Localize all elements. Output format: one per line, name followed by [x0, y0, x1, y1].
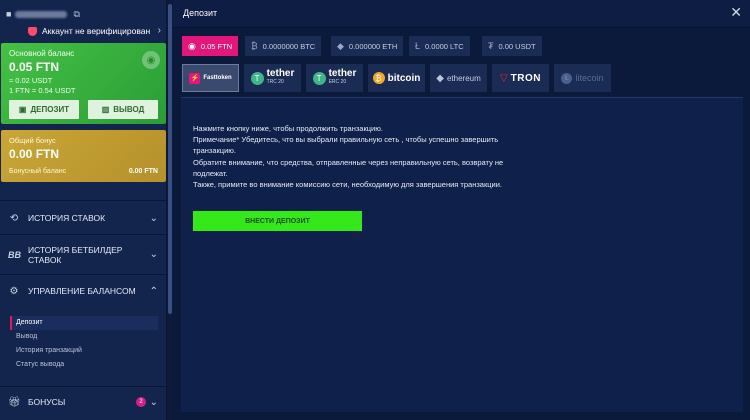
- main-balance-card: Основной баланс 0.05 FTN ≈ 0.02 USDT 1 F…: [1, 43, 166, 124]
- sidebar-scroll-thumb[interactable]: [168, 4, 172, 314]
- deposit-panel: Нажмите кнопку ниже, чтобы продолжить тр…: [181, 97, 743, 412]
- instruction-line: Также, примите во внимание комиссию сети…: [193, 180, 503, 190]
- instruction-line: Примечание* Убедитесь, что вы выбрали пр…: [193, 135, 499, 156]
- make-deposit-button[interactable]: ВНЕСТИ ДЕПОЗИТ: [193, 211, 362, 231]
- tron-icon: ▽: [499, 72, 508, 84]
- main-balance-amount: 0.05 FTN: [9, 60, 60, 74]
- exchange-rate: 1 FTN = 0.54 USDT: [9, 86, 76, 95]
- ltc-icon: Ł: [415, 41, 421, 51]
- chevron-up-icon: ⌃: [149, 285, 158, 297]
- verify-text: Аккаунт не верифицирован: [42, 26, 151, 36]
- submenu-deposit[interactable]: Депозит: [10, 316, 158, 330]
- instruction-line: Нажмите кнопку ниже, чтобы продолжить тр…: [193, 124, 383, 133]
- litecoin-icon: Ł: [561, 72, 573, 84]
- usdt-icon: ₮: [488, 41, 494, 51]
- betbuilder-icon: BB: [8, 250, 21, 260]
- payment-fasttoken[interactable]: ⚡ Fasttoken: [182, 64, 239, 92]
- chevron-down-icon: ⌄: [149, 249, 158, 260]
- currency-tab-btc[interactable]: ₿ 0.0000000 BTC: [245, 36, 322, 56]
- ftn-icon: ◉: [188, 40, 196, 51]
- eth-icon: ◆: [337, 40, 344, 51]
- chevron-down-icon: ⌄: [149, 212, 158, 224]
- menu-bonuses[interactable]: 🎁︎ БОНУСЫ 2 ⌄: [0, 394, 166, 410]
- bonus-amount: 0.00 FTN: [9, 147, 60, 161]
- payment-tether-erc20[interactable]: T tether ERC 20: [306, 64, 363, 92]
- btc-icon: ₿: [251, 41, 258, 51]
- history-icon: ⟲: [9, 212, 19, 224]
- divider: [0, 386, 166, 387]
- fasttoken-icon: ⚡: [189, 72, 201, 84]
- page-title: Депозит: [183, 8, 218, 18]
- shield-icon: [28, 26, 37, 36]
- chevron-right-icon: ›: [157, 25, 161, 36]
- payment-litecoin[interactable]: Ł litecoin: [554, 64, 611, 92]
- payment-bitcoin[interactable]: ₿ bitcoin: [368, 64, 425, 92]
- payment-ethereum[interactable]: ◆ ethereum: [430, 64, 487, 92]
- bitcoin-icon: ₿: [372, 72, 385, 84]
- main-balance-usdt: ≈ 0.02 USDT: [9, 76, 53, 85]
- copy-icon[interactable]: ⧉: [73, 9, 79, 20]
- submenu-transaction-history[interactable]: История транзакций: [10, 344, 158, 358]
- chevron-down-icon: ⌄: [149, 396, 158, 408]
- divider: [0, 200, 166, 201]
- currency-tab-ftn[interactable]: ◉ 0.05 FTN: [182, 36, 239, 56]
- withdraw-icon: ▥: [101, 105, 110, 114]
- currency-tab-usdt[interactable]: ₮ 0.00 USDT: [482, 36, 542, 56]
- menu-history-betbuilder[interactable]: BB ИСТОРИЯ БЕТБИЛДЕР СТАВОК ⌄: [0, 244, 166, 266]
- instruction-line: Обратите внимание, что средства, отправл…: [193, 157, 504, 178]
- menu-history-bets[interactable]: ⟲ ИСТОРИЯ СТАВОК ⌄: [0, 210, 166, 226]
- menu-balance-management[interactable]: ⚙ УПРАВЛЕНИЕ БАЛАНСОМ ⌃: [0, 283, 166, 299]
- user-row: ■ ⧉: [6, 7, 161, 21]
- currency-tab-ltc[interactable]: Ł 0.0000 LTC: [409, 36, 470, 56]
- verification-status[interactable]: Аккаунт не верифицирован ›: [28, 25, 163, 36]
- sidebar: ■ ⧉ Аккаунт не верифицирован › Основной …: [0, 0, 167, 420]
- header: Депозит ✕: [173, 0, 750, 28]
- bonuses-badge: 2: [136, 397, 146, 407]
- bonus-balance-row: Бонусный баланс 0.00 FTN: [9, 168, 158, 175]
- eye-icon[interactable]: ◉: [142, 51, 160, 69]
- bonus-label: Общий бонус: [9, 136, 56, 145]
- divider: [0, 274, 166, 275]
- tether-icon: T: [250, 71, 264, 85]
- bonus-balance-card: Общий бонус 0.00 FTN Бонусный баланс 0.0…: [1, 130, 166, 182]
- gear-icon: ⚙: [9, 285, 19, 297]
- ethereum-icon: ◆: [436, 72, 444, 84]
- currency-tab-eth[interactable]: ◆ 0.000000 ETH: [331, 36, 404, 56]
- user-name-blurred: [15, 10, 68, 18]
- user-icon: ■: [6, 9, 12, 19]
- divider: [0, 234, 166, 235]
- withdraw-button[interactable]: ▥ ВЫВОД: [88, 100, 158, 119]
- deposit-instructions: Нажмите кнопку ниже, чтобы продолжить тр…: [193, 123, 513, 190]
- payment-tron[interactable]: ▽ TRON: [492, 64, 549, 92]
- main-balance-label: Основной баланс: [9, 49, 75, 58]
- submenu-withdraw-status[interactable]: Статус вывода: [10, 358, 158, 372]
- payment-tether-trc20[interactable]: T tether TRC 20: [244, 64, 301, 92]
- gift-icon: 🎁︎: [8, 396, 21, 408]
- balance-submenu: Депозит Вывод История транзакций Статус …: [10, 316, 158, 372]
- deposit-button[interactable]: ▣ ДЕПОЗИТ: [9, 100, 79, 119]
- wallet-icon: ▣: [18, 105, 27, 114]
- tether-icon: T: [312, 71, 326, 85]
- submenu-withdraw[interactable]: Вывод: [10, 330, 158, 344]
- close-icon[interactable]: ✕: [730, 4, 742, 21]
